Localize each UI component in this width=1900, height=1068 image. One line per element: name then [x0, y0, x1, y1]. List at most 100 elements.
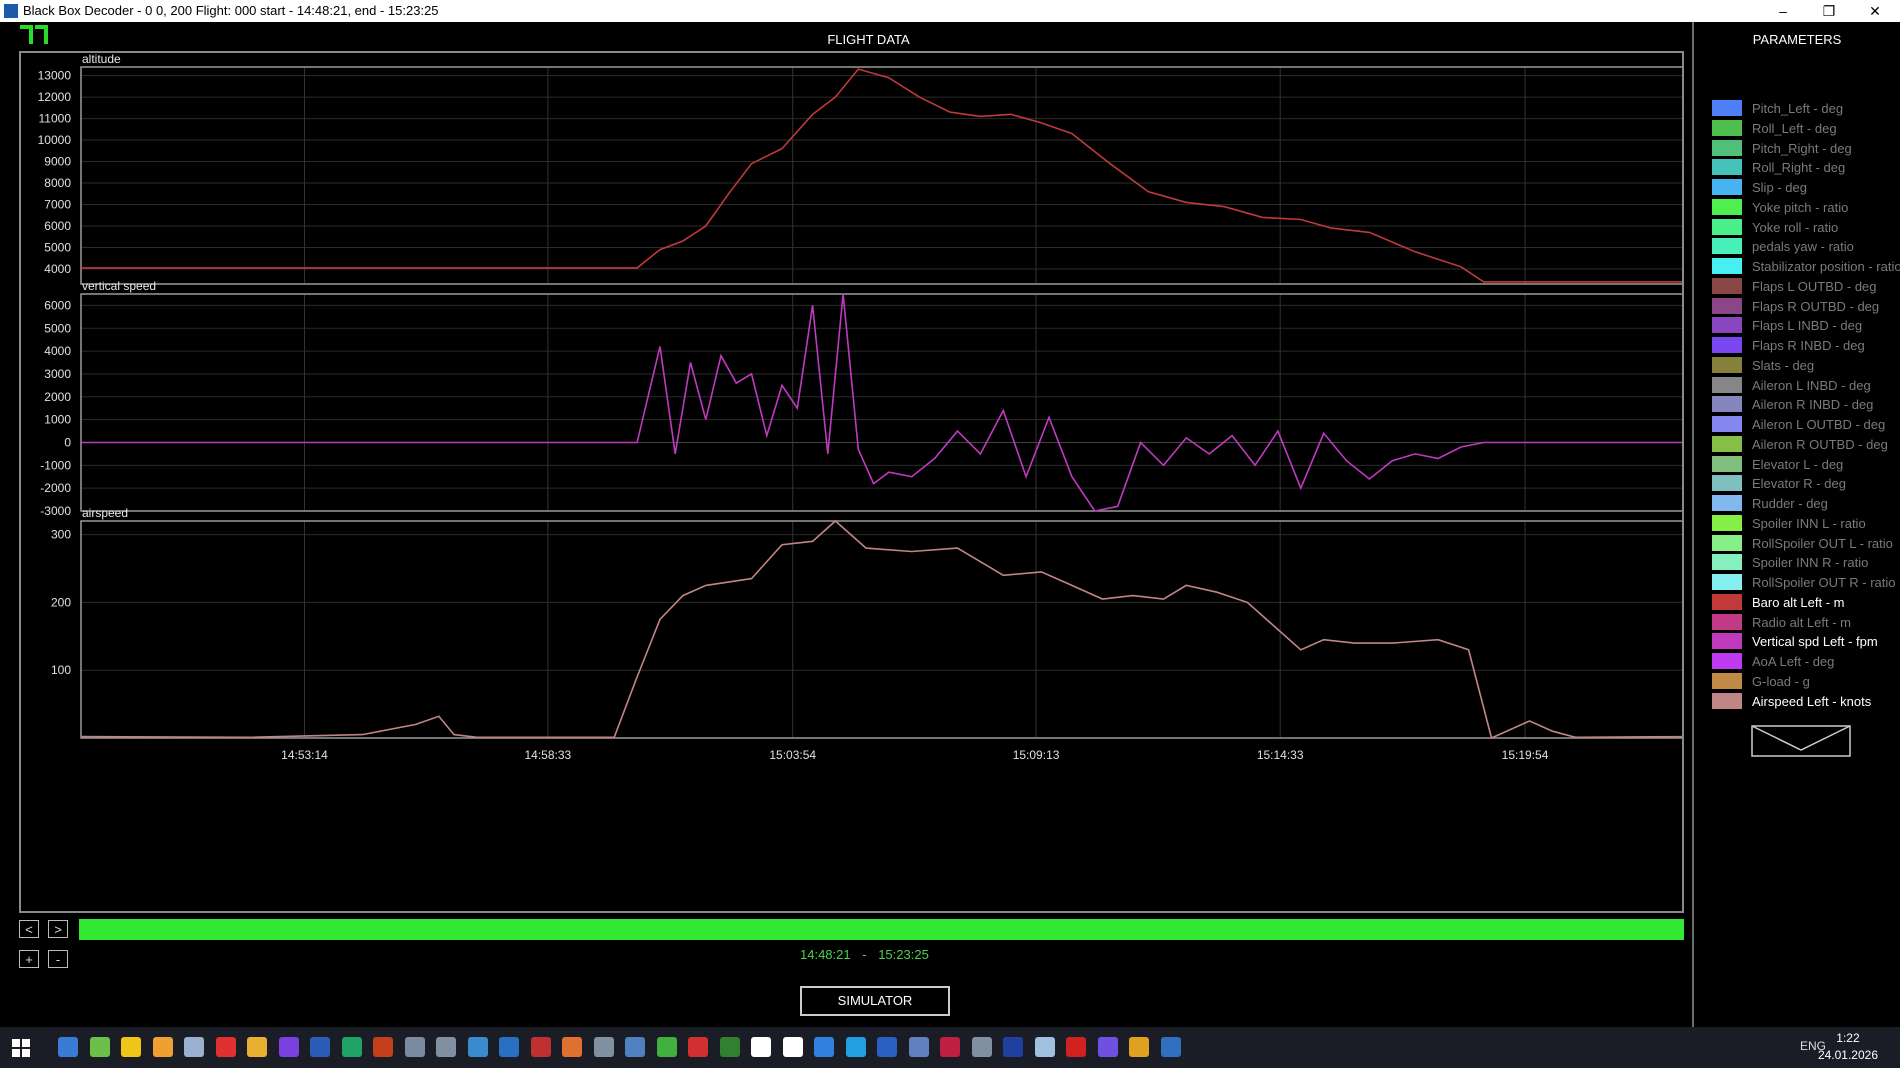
- parameter-color-swatch: [1712, 238, 1742, 255]
- taskbar-app-icon[interactable]: [341, 1037, 362, 1057]
- taskbar-app-icon[interactable]: [436, 1037, 456, 1057]
- timeline-scrollbar[interactable]: [79, 919, 1684, 940]
- parameter-item[interactable]: Aileron L OUTBD - deg: [1712, 416, 1900, 434]
- taskbar-app-icon[interactable]: [562, 1037, 582, 1057]
- parameter-item[interactable]: Flaps R OUTBD - deg: [1712, 297, 1900, 316]
- close-button[interactable]: ✕: [1852, 0, 1898, 22]
- parameter-item[interactable]: AoA Left - deg: [1712, 653, 1900, 671]
- simulator-button[interactable]: SIMULATOR: [800, 986, 950, 1016]
- y-tick-label: 5000: [44, 321, 71, 335]
- parameter-label: RollSpoiler OUT R - ratio: [1752, 575, 1896, 590]
- taskbar-app-icon[interactable]: [467, 1037, 488, 1057]
- taskbar-app-icon[interactable]: [877, 1037, 897, 1057]
- taskbar-app-icon[interactable]: [1066, 1037, 1086, 1057]
- taskbar-app-icon[interactable]: [184, 1037, 204, 1057]
- parameter-item[interactable]: Radio alt Left - m: [1712, 613, 1900, 632]
- parameter-label: Roll_Left - deg: [1752, 120, 1837, 136]
- parameter-label: Elevator L - deg: [1752, 456, 1844, 472]
- parameter-item[interactable]: Elevator L - deg: [1712, 455, 1900, 474]
- taskbar-app-icon[interactable]: [58, 1037, 78, 1057]
- taskbar-app-icon[interactable]: [215, 1037, 236, 1057]
- parameter-color-swatch: [1712, 218, 1742, 235]
- y-tick-label: 0: [64, 435, 71, 449]
- parameter-item[interactable]: Spoiler INN L - ratio: [1712, 514, 1900, 533]
- flight-charts[interactable]: 4000500060007000800090001000011000120001…: [21, 52, 1687, 911]
- y-tick-label: 6000: [44, 298, 71, 312]
- taskbar-app-icon[interactable]: [278, 1037, 299, 1057]
- envelope-icon[interactable]: [1751, 725, 1851, 757]
- taskbar-app-icon[interactable]: [1034, 1037, 1055, 1057]
- parameter-item[interactable]: Spoiler INN R - ratio: [1712, 554, 1900, 572]
- parameter-item[interactable]: Baro alt Left - m: [1712, 593, 1900, 612]
- zoom-out-button[interactable]: -: [48, 950, 68, 968]
- parameter-item[interactable]: RollSpoiler OUT R - ratio: [1712, 574, 1900, 592]
- taskbar-app-icon[interactable]: [908, 1037, 929, 1057]
- parameter-item[interactable]: Yoke roll - ratio: [1712, 218, 1900, 237]
- taskbar-app-icon[interactable]: [593, 1037, 614, 1057]
- parameter-item[interactable]: pedals yaw - ratio: [1712, 238, 1900, 256]
- parameter-item[interactable]: Roll_Left - deg: [1712, 119, 1900, 138]
- taskbar-app-icon[interactable]: [373, 1037, 393, 1057]
- taskbar-app-icon[interactable]: [247, 1037, 267, 1057]
- scroll-left-button[interactable]: <: [19, 920, 39, 938]
- taskbar-app-icon[interactable]: [940, 1037, 960, 1057]
- parameter-item[interactable]: RollSpoiler OUT L - ratio: [1712, 534, 1900, 553]
- parameter-item[interactable]: Slats - deg: [1712, 356, 1900, 375]
- chart-title: vertical speed: [82, 279, 156, 293]
- parameter-color-swatch: [1712, 574, 1742, 590]
- taskbar-app-icon[interactable]: [121, 1037, 141, 1057]
- scroll-right-button[interactable]: >: [48, 920, 68, 938]
- taskbar-app-icon[interactable]: [1129, 1037, 1149, 1057]
- zoom-in-button[interactable]: +: [19, 950, 39, 968]
- taskbar-app-icon[interactable]: [89, 1037, 110, 1057]
- taskbar-app-icon[interactable]: [1003, 1037, 1023, 1057]
- y-tick-label: 200: [51, 595, 71, 609]
- restore-button[interactable]: ❐: [1806, 0, 1852, 22]
- parameter-item[interactable]: Flaps R INBD - deg: [1712, 337, 1900, 355]
- parameter-item[interactable]: Flaps L OUTBD - deg: [1712, 277, 1900, 296]
- taskbar-app-icon[interactable]: [404, 1037, 425, 1057]
- parameter-item[interactable]: Pitch_Left - deg: [1712, 100, 1900, 118]
- taskbar-app-icon[interactable]: [1160, 1037, 1181, 1057]
- parameter-item[interactable]: Airspeed Left - knots: [1712, 692, 1900, 711]
- taskbar-app-icon[interactable]: [152, 1037, 173, 1057]
- parameter-item[interactable]: Aileron R INBD - deg: [1712, 396, 1900, 414]
- parameter-item[interactable]: Vertical spd Left - fpm: [1712, 633, 1900, 651]
- taskbar-app-icon[interactable]: [688, 1037, 708, 1057]
- parameter-item[interactable]: Rudder - deg: [1712, 495, 1900, 513]
- parameter-item[interactable]: Elevator R - deg: [1712, 475, 1900, 493]
- taskbar-app-icon[interactable]: [530, 1037, 551, 1057]
- y-tick-label: 3000: [44, 367, 71, 381]
- system-clock[interactable]: 1:22 24.01.2026: [1818, 1030, 1878, 1064]
- taskbar-app-icon[interactable]: [845, 1037, 866, 1057]
- windows-start-icon[interactable]: [12, 1039, 30, 1057]
- page-title: FLIGHT DATA: [827, 32, 910, 47]
- time-range: 14:48:21 - 15:23:25: [800, 947, 929, 962]
- parameter-item[interactable]: Pitch_Right - deg: [1712, 139, 1900, 158]
- parameter-item[interactable]: Flaps L INBD - deg: [1712, 317, 1900, 335]
- parameter-item[interactable]: Aileron L INBD - deg: [1712, 376, 1900, 395]
- y-tick-label: 9000: [44, 155, 71, 169]
- taskbar-app-icon[interactable]: [719, 1037, 740, 1057]
- taskbar-app-icon[interactable]: [971, 1037, 992, 1057]
- minimize-button[interactable]: –: [1760, 0, 1806, 22]
- parameter-item[interactable]: Slip - deg: [1712, 179, 1900, 197]
- parameter-item[interactable]: Yoke pitch - ratio: [1712, 198, 1900, 217]
- chart-title: airspeed: [82, 506, 128, 520]
- taskbar-app-icon[interactable]: [751, 1037, 771, 1057]
- taskbar-app-icon[interactable]: [499, 1037, 519, 1057]
- parameter-label: Stabilizator position - ratio: [1752, 259, 1900, 274]
- taskbar-app-icon[interactable]: [625, 1037, 645, 1057]
- taskbar-app-icon[interactable]: [656, 1037, 677, 1057]
- parameter-item[interactable]: Aileron R OUTBD - deg: [1712, 435, 1900, 454]
- parameter-item[interactable]: Stabilizator position - ratio: [1712, 258, 1900, 276]
- taskbar-app-icon[interactable]: [310, 1037, 330, 1057]
- taskbar-app-icon[interactable]: [814, 1037, 834, 1057]
- plot-area: [80, 520, 1687, 739]
- taskbar-app-icon[interactable]: [1097, 1037, 1118, 1057]
- parameter-item[interactable]: G-load - g: [1712, 672, 1900, 691]
- taskbar-app-icon[interactable]: [782, 1037, 803, 1057]
- parameter-item[interactable]: Roll_Right - deg: [1712, 159, 1900, 177]
- series-line: [81, 68, 1686, 283]
- flight-data-panel: FLIGHT DATA 4000 5000 6000 7000 8000 9000 1000…: [0, 22, 1900, 1027]
